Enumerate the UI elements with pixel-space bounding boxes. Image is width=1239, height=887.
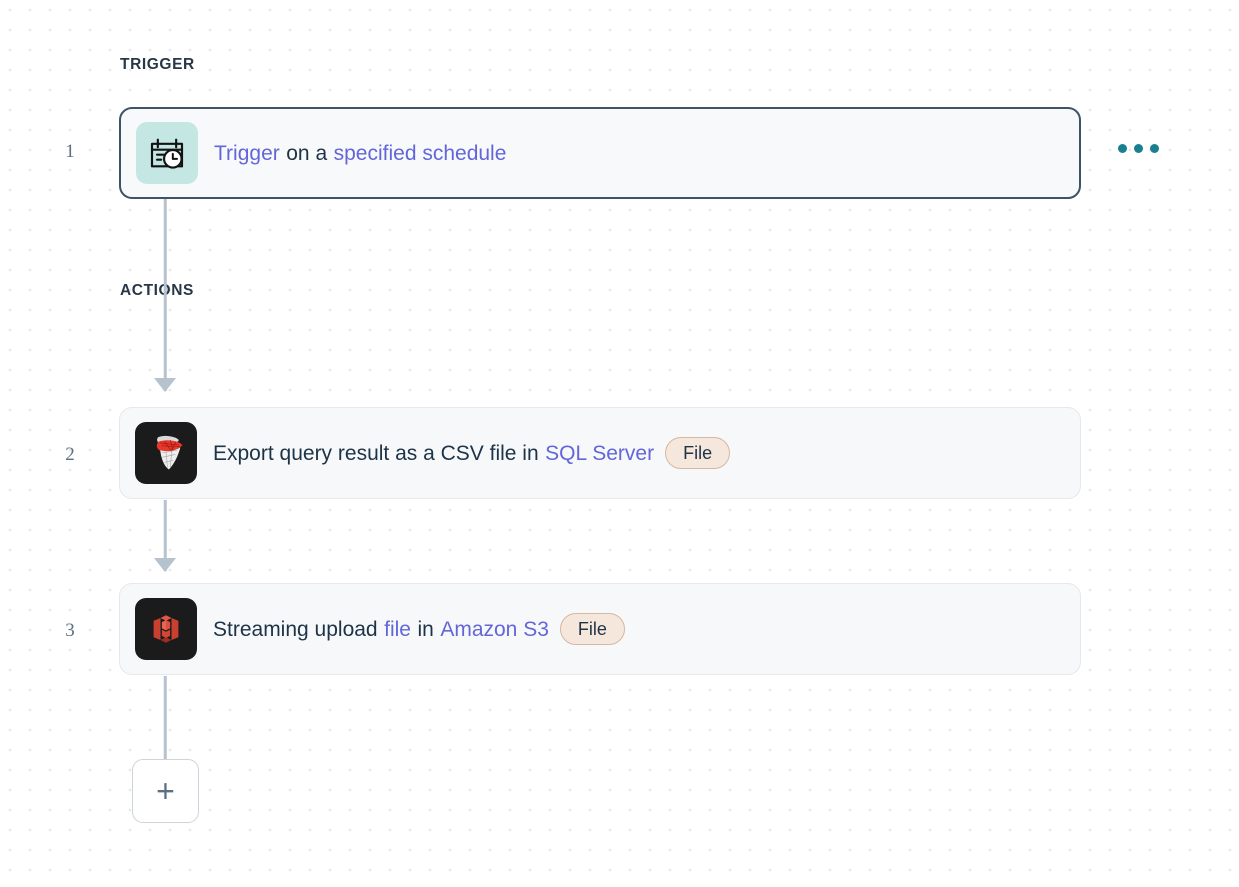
step-1-part-1: on a (286, 141, 328, 165)
amazon-s3-icon (135, 598, 197, 660)
workflow-step-card-1[interactable]: Trigger on a specified schedule (119, 107, 1081, 199)
step-1-part-2[interactable]: specified schedule (334, 143, 507, 164)
step-1-more-options-button[interactable] (1118, 144, 1159, 153)
calendar-clock-icon (136, 122, 198, 184)
workflow-flow: TRIGGER ACTIONS 1 Trigger on a specified… (0, 0, 1239, 887)
step-number-2: 2 (65, 444, 75, 465)
workflow-step-text-2: Export query result as a CSV file in SQL… (213, 437, 731, 469)
canvas-bottom-edge (0, 879, 1239, 887)
step-1-part-0[interactable]: Trigger (214, 143, 280, 164)
step-2-type-badge: File (665, 437, 731, 469)
add-step-button[interactable]: + (132, 759, 199, 823)
step-number-1: 1 (65, 141, 75, 162)
step-2-part-1[interactable]: SQL Server (545, 443, 654, 464)
step-number-3: 3 (65, 620, 75, 641)
step-3-type-badge: File (559, 613, 625, 645)
step-3-part-1[interactable]: file (384, 619, 411, 640)
step-3-part-2: in (417, 617, 434, 641)
workflow-step-card-3[interactable]: Streaming upload file in Amazon S3 File (119, 583, 1081, 675)
step-3-part-3[interactable]: Amazon S3 (440, 619, 549, 640)
section-label-trigger: TRIGGER (120, 56, 195, 73)
dot-icon (1150, 144, 1159, 153)
sql-server-icon (135, 422, 197, 484)
workflow-step-text-1: Trigger on a specified schedule (214, 143, 506, 164)
section-label-actions: ACTIONS (120, 282, 194, 299)
workflow-step-card-2[interactable]: Export query result as a CSV file in SQL… (119, 407, 1081, 499)
workflow-step-text-3: Streaming upload file in Amazon S3 File (213, 613, 625, 645)
dot-icon (1134, 144, 1143, 153)
step-2-part-0: Export query result as a CSV file in (213, 441, 539, 465)
dot-icon (1118, 144, 1127, 153)
step-3-part-0: Streaming upload (213, 617, 378, 641)
